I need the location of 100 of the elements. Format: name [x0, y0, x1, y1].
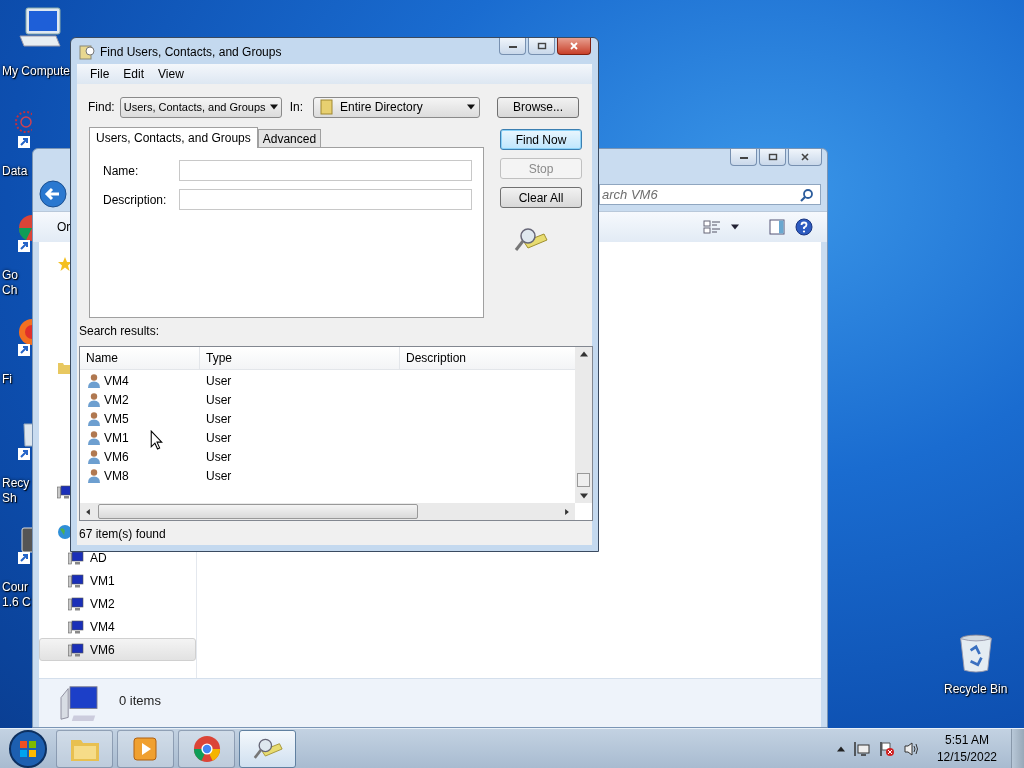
icon-label[interactable]: Recy: [2, 476, 30, 491]
arrow-up-icon[interactable]: [579, 351, 588, 357]
nav-item[interactable]: AD: [39, 546, 196, 569]
icon-label[interactable]: Ch: [2, 283, 18, 298]
minimize-button[interactable]: [499, 38, 526, 55]
computer-icon: [68, 641, 84, 658]
field-label: Description:: [103, 192, 168, 207]
menu-item[interactable]: View: [158, 67, 184, 81]
preview-pane-icon[interactable]: [769, 219, 785, 235]
vertical-scrollbar[interactable]: [575, 347, 592, 503]
icon-label[interactable]: Go: [2, 268, 18, 283]
status-text: 67 item(s) found: [79, 527, 167, 541]
field-label: Find:: [88, 100, 115, 114]
table-cell[interactable]: VM8: [80, 467, 200, 484]
maximize-button[interactable]: [528, 38, 555, 55]
column-header[interactable]: Type: [200, 347, 400, 369]
nav-item[interactable]: VM1: [39, 569, 196, 592]
user-icon: [86, 410, 102, 427]
organize-button[interactable]: Or: [57, 220, 71, 234]
arrow-right-icon[interactable]: [563, 508, 571, 515]
icon-label[interactable]: Recycle Bin: [944, 682, 1008, 697]
icon-label[interactable]: Sh: [2, 491, 17, 506]
network-computer-icon: [57, 484, 73, 500]
user-icon: [86, 429, 102, 446]
arrow-up-icon[interactable]: [836, 745, 845, 752]
star-icon: [57, 256, 73, 272]
user-icon: [86, 467, 102, 484]
network-icon[interactable]: [853, 740, 870, 757]
chrome-icon: [191, 734, 222, 763]
icon-label[interactable]: 1.6 C: [2, 595, 31, 610]
recycle-bin-icon[interactable]: [957, 632, 994, 676]
caret-icon[interactable]: [731, 224, 739, 230]
clock[interactable]: 5:51 AM 12/15/2022: [936, 731, 997, 766]
item-count: 0 items: [119, 693, 161, 708]
column-header[interactable]: Description: [400, 347, 575, 369]
minimize-button[interactable]: [730, 149, 757, 166]
computer-icon: [57, 685, 101, 721]
close-button[interactable]: [788, 149, 822, 166]
flag-icon[interactable]: [878, 740, 895, 757]
computer-icon: [68, 618, 84, 635]
close-icon: [569, 42, 579, 50]
user-icon: [86, 448, 102, 465]
maximize-button[interactable]: [759, 149, 786, 166]
help-icon[interactable]: [795, 218, 813, 236]
input-field[interactable]: [178, 160, 472, 181]
speaker-icon[interactable]: [903, 740, 920, 757]
mouse-cursor-icon: [150, 430, 163, 450]
nav-item[interactable]: VM6: [39, 638, 196, 661]
column-header[interactable]: Name: [80, 347, 200, 369]
view-options-icon[interactable]: [703, 218, 721, 236]
search-field[interactable]: arch VM6: [599, 183, 821, 205]
table-cell-text: User: [205, 468, 232, 483]
table-cell[interactable]: VM2: [80, 391, 200, 408]
computer-icon: [68, 572, 84, 589]
scroll-thumb[interactable]: [98, 504, 418, 519]
location-dropdown[interactable]: Entire Directory: [313, 96, 481, 118]
input-field[interactable]: [178, 189, 472, 210]
start-button[interactable]: [8, 728, 48, 768]
taskbar-button[interactable]: [239, 729, 296, 768]
horizontal-scrollbar[interactable]: [80, 503, 575, 520]
action-button[interactable]: Clear All: [500, 187, 582, 208]
table-cell-text: User: [205, 449, 232, 464]
maximize-icon: [536, 42, 547, 50]
arrow-down-icon[interactable]: [579, 493, 588, 499]
table-cell[interactable]: VM5: [80, 410, 200, 427]
user-icon: [86, 372, 102, 389]
table-cell-text: User: [205, 430, 232, 445]
taskbar-button[interactable]: [117, 729, 174, 768]
caret-icon: [269, 104, 278, 110]
taskbar-button[interactable]: [178, 729, 235, 768]
directory-icon: [318, 99, 335, 115]
arrow-left-icon[interactable]: [84, 508, 92, 515]
table-cell-text: User: [205, 392, 232, 407]
icon-label[interactable]: Data: [2, 164, 28, 179]
close-button[interactable]: [557, 38, 591, 55]
icon-label[interactable]: Fi: [2, 372, 12, 387]
table-cell[interactable]: VM1: [80, 429, 200, 446]
find-dropdown[interactable]: Users, Contacts, and Groups: [119, 96, 282, 118]
table-cell[interactable]: VM6: [80, 448, 200, 465]
computer-icon: [68, 549, 84, 566]
scroll-thumb[interactable]: [577, 473, 590, 487]
caret-icon: [467, 104, 476, 110]
icon-label[interactable]: My Compute: [2, 64, 71, 79]
tab[interactable]: Advanced: [257, 129, 322, 147]
action-button[interactable]: Find Now: [500, 129, 582, 150]
user-icon: [86, 391, 102, 408]
table-cell-text: User: [205, 411, 232, 426]
maximize-icon: [767, 153, 778, 161]
tab[interactable]: Users, Contacts, and Groups: [89, 127, 258, 148]
menu-item[interactable]: File: [90, 67, 110, 81]
search-icon[interactable]: [800, 187, 814, 202]
menu-item[interactable]: Edit: [123, 67, 145, 81]
back-button[interactable]: [39, 180, 67, 208]
nav-item[interactable]: VM2: [39, 592, 196, 615]
icon-label[interactable]: Cour: [2, 580, 28, 595]
address-book-icon: [79, 44, 95, 60]
nav-item[interactable]: VM4: [39, 615, 196, 638]
browse-button[interactable]: Browse...: [497, 96, 580, 118]
table-cell[interactable]: VM4: [80, 372, 200, 389]
computer-icon[interactable]: [16, 6, 64, 50]
